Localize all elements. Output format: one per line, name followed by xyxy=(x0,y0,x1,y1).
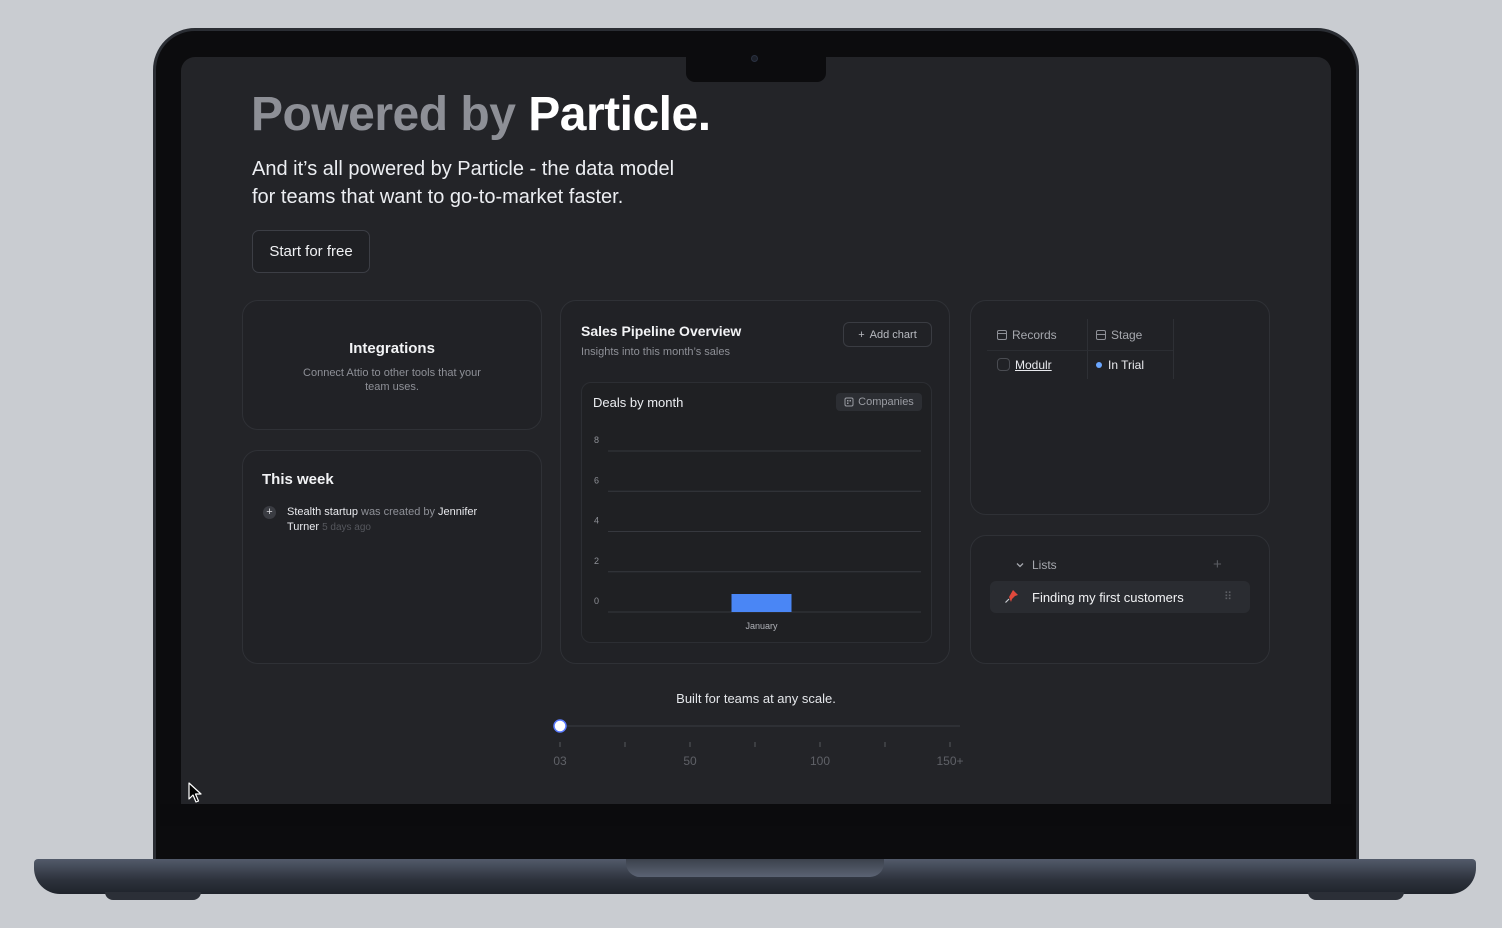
y-tick-label: 6 xyxy=(594,475,599,485)
row-divider xyxy=(987,350,1173,351)
records-header-label: Records xyxy=(1012,328,1057,342)
records-card: Records Stage Modulr In Trial xyxy=(970,300,1270,515)
slider-label: 100 xyxy=(810,754,830,768)
list-item-label: Finding my first customers xyxy=(1032,590,1184,605)
integrations-card[interactable]: Integrations Connect Attio to other tool… xyxy=(242,300,542,430)
slider-label: 150+ xyxy=(936,754,963,768)
deals-chart: Deals by month Companies 0 2 4 6 8 January xyxy=(581,382,932,643)
this-week-card: This week + Stealth startup was created … xyxy=(242,450,542,664)
scale-caption: Built for teams at any scale. xyxy=(676,691,836,706)
stage-column-header: Stage xyxy=(1096,328,1142,342)
x-tick-label: January xyxy=(745,621,778,631)
column-divider xyxy=(1087,319,1088,379)
sales-pipeline-card: Sales Pipeline Overview Insights into th… xyxy=(560,300,950,664)
start-for-free-button[interactable]: Start for free xyxy=(252,230,370,273)
laptop-foot xyxy=(105,892,201,900)
add-chart-button[interactable]: + Add chart xyxy=(843,322,932,347)
activity-subject: Stealth startup xyxy=(287,506,358,518)
lists-header-label: Lists xyxy=(1032,558,1057,572)
slider-handle[interactable] xyxy=(553,719,567,733)
plus-icon: + xyxy=(858,328,865,341)
bar xyxy=(731,594,792,612)
lists-card: Lists + Finding my first customers ⠿ xyxy=(970,535,1270,664)
record-link-modulr[interactable]: Modulr xyxy=(1015,358,1052,372)
hero-subtitle: And it’s all powered by Particle - the d… xyxy=(252,155,732,211)
integrations-description: Connect Attio to other tools that your t… xyxy=(303,367,481,393)
records-column-header: Records xyxy=(997,328,1057,342)
camera-icon xyxy=(751,55,758,62)
stage-badge: In Trial xyxy=(1096,358,1144,372)
hero-subtitle-line-2: for teams that want to go-to-market fast… xyxy=(252,186,624,208)
y-tick-label: 8 xyxy=(594,435,599,445)
slider-label: 03 xyxy=(553,754,567,768)
y-tick-label: 0 xyxy=(594,596,599,606)
row-checkbox[interactable] xyxy=(997,358,1010,371)
hero-title-muted: Powered by xyxy=(251,88,516,141)
cursor-icon xyxy=(188,782,202,803)
y-tick-label: 2 xyxy=(594,556,599,566)
table-icon xyxy=(997,330,1007,340)
add-chart-label: Add chart xyxy=(869,328,917,341)
laptop-base-groove xyxy=(626,859,884,877)
scale-slider[interactable]: 03 50 100 150+ xyxy=(541,712,971,772)
hero-subtitle-line-1: And it’s all powered by Particle - the d… xyxy=(252,158,675,180)
sales-title: Sales Pipeline Overview xyxy=(581,323,742,339)
list-item[interactable]: Finding my first customers ⠿ xyxy=(990,581,1250,613)
activity-action: was created by xyxy=(361,506,435,518)
grip-icon[interactable]: ⠿ xyxy=(1224,590,1232,603)
pin-icon xyxy=(1005,590,1018,603)
stage-value: In Trial xyxy=(1108,358,1145,372)
laptop-screen: Powered by Particle. And it’s all powere… xyxy=(181,57,1331,804)
sales-subtitle: Insights into this month’s sales xyxy=(581,346,730,358)
lists-header[interactable]: Lists xyxy=(1015,558,1057,572)
activity-entry: Stealth startup was created by Jennifer … xyxy=(287,505,507,535)
y-tick-label: 4 xyxy=(594,516,599,526)
chart-plot: 0 2 4 6 8 January xyxy=(594,435,921,631)
add-list-icon[interactable]: + xyxy=(1213,556,1222,573)
status-dot xyxy=(1096,362,1102,368)
column-divider xyxy=(1173,319,1174,379)
hero-title-brand: Particle. xyxy=(528,88,711,141)
laptop-foot xyxy=(1308,892,1404,900)
this-week-title: This week xyxy=(262,471,334,488)
slider-label: 50 xyxy=(683,754,697,768)
laptop-chin xyxy=(160,804,1352,826)
hero-title: Powered by Particle. xyxy=(251,87,711,142)
table-icon xyxy=(1096,330,1106,340)
plus-icon: + xyxy=(263,506,276,519)
integrations-title: Integrations xyxy=(349,340,435,357)
activity-time: 5 days ago xyxy=(322,522,371,533)
stage-header-label: Stage xyxy=(1111,328,1143,342)
chevron-down-icon xyxy=(1016,563,1024,568)
